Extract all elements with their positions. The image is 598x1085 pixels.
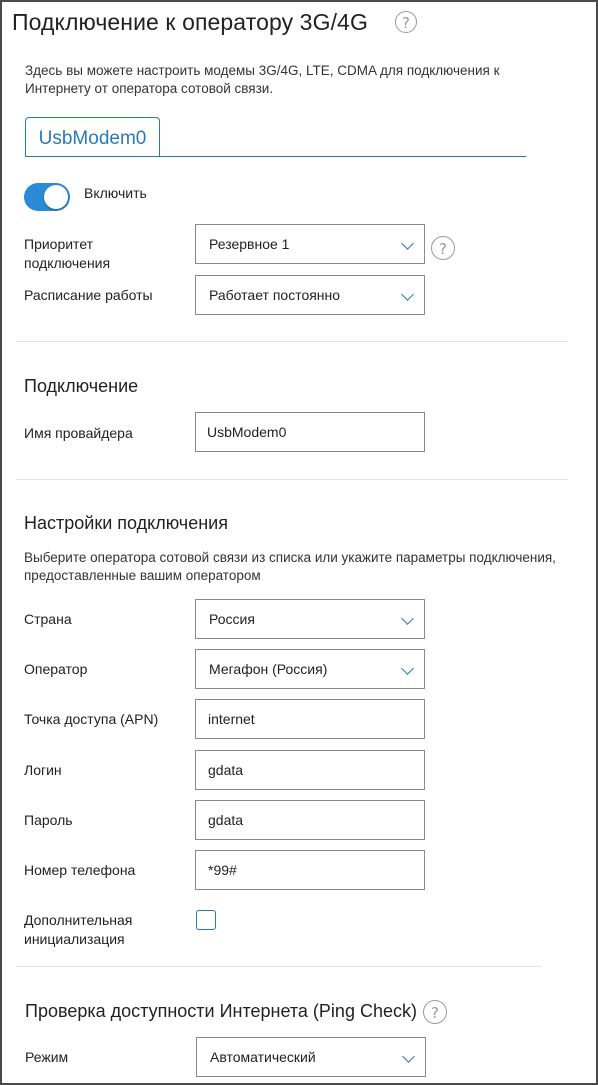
mode-label: Режим	[25, 1049, 69, 1065]
priority-label: Приоритет подключения	[24, 236, 111, 271]
operator-value: Мегафон (Россия)	[209, 661, 328, 677]
priority-select[interactable]: Резервное 1	[195, 224, 425, 264]
apn-value: internet	[208, 711, 255, 727]
toggle-knob	[44, 185, 68, 209]
chevron-down-icon	[401, 288, 414, 301]
page-description: Здесь вы можете настроить модемы 3G/4G, …	[25, 63, 500, 96]
country-value: Россия	[209, 611, 255, 627]
tab-underline	[25, 156, 526, 157]
divider	[16, 341, 568, 342]
divider	[16, 966, 541, 967]
provider-value: UsbModem0	[207, 424, 287, 440]
schedule-label: Расписание работы	[24, 287, 153, 303]
tab-usbmodem0[interactable]: UsbModem0	[25, 117, 160, 157]
phone-label: Номер телефона	[24, 862, 136, 878]
phone-value: *99#	[208, 862, 237, 878]
country-label: Страна	[24, 611, 72, 627]
schedule-select[interactable]: Работает постоянно	[195, 275, 425, 315]
extra-init-label: Дополнительная инициализация	[24, 912, 133, 947]
mode-value: Автоматический	[210, 1049, 316, 1065]
login-value: gdata	[208, 762, 244, 778]
ping-check-help-icon[interactable]: ?	[423, 1000, 447, 1024]
apn-input[interactable]: internet	[195, 699, 425, 739]
mode-select[interactable]: Автоматический	[196, 1037, 426, 1077]
help-icon[interactable]: ?	[395, 11, 417, 33]
operator-select[interactable]: Мегафон (Россия)	[195, 649, 425, 689]
login-label: Логин	[24, 762, 62, 778]
extra-init-checkbox[interactable]	[196, 910, 216, 930]
provider-input[interactable]: UsbModem0	[195, 412, 425, 452]
enable-toggle[interactable]	[24, 183, 70, 211]
settings-heading: Настройки подключения	[24, 513, 228, 533]
chevron-down-icon	[402, 1050, 415, 1063]
country-select[interactable]: Россия	[195, 599, 425, 639]
priority-value: Резервное 1	[209, 236, 290, 252]
operator-label: Оператор	[24, 661, 88, 677]
login-input[interactable]: gdata	[195, 750, 425, 790]
ping-check-heading: Проверка доступности Интернета (Ping Che…	[25, 1001, 417, 1021]
chevron-down-icon	[401, 612, 414, 625]
chevron-down-icon	[401, 237, 414, 250]
schedule-value: Работает постоянно	[209, 287, 341, 303]
apn-label: Точка доступа (APN)	[24, 711, 159, 727]
password-value: gdata	[208, 812, 244, 828]
page-title: Подключение к оператору 3G/4G	[12, 9, 368, 35]
provider-label: Имя провайдера	[24, 425, 133, 441]
divider	[16, 479, 568, 480]
password-input[interactable]: gdata	[195, 800, 425, 840]
password-label: Пароль	[24, 812, 73, 828]
chevron-down-icon	[401, 662, 414, 675]
connection-heading: Подключение	[24, 376, 139, 396]
settings-description: Выберите оператора сотовой связи из спис…	[24, 550, 556, 583]
enable-label: Включить	[84, 185, 147, 201]
priority-help-icon[interactable]: ?	[431, 236, 455, 260]
phone-input[interactable]: *99#	[195, 850, 425, 890]
